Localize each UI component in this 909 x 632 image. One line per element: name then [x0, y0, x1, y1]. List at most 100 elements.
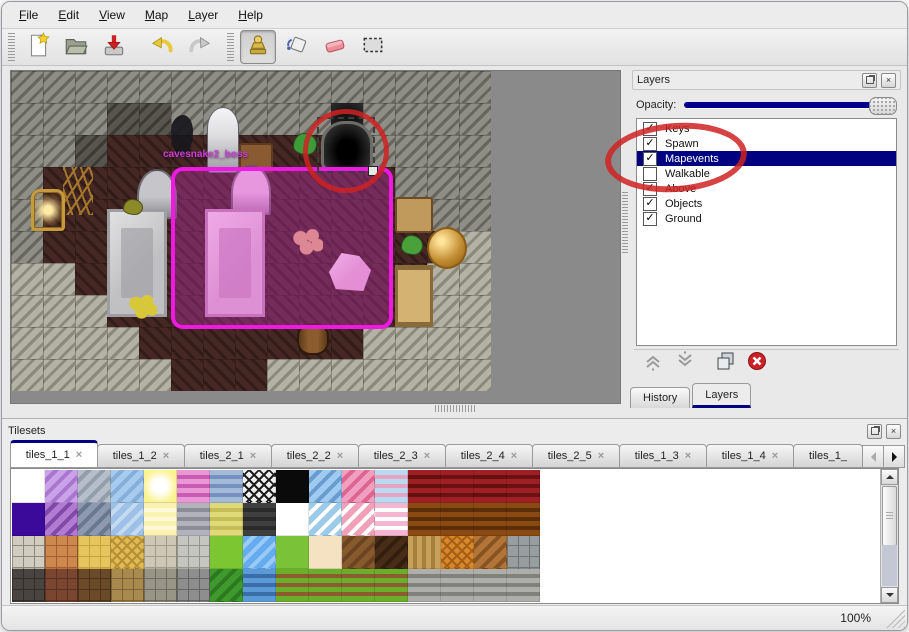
select-tool-button[interactable]	[356, 31, 390, 63]
palette-scrollbar[interactable]	[880, 469, 898, 603]
map-tile[interactable]	[363, 327, 395, 359]
layer-visibility-checkbox[interactable]: ✓	[643, 137, 657, 151]
palette-tile[interactable]	[342, 536, 375, 569]
map-tile[interactable]	[203, 71, 235, 103]
menu-item-view[interactable]: View	[90, 5, 134, 25]
palette-tile[interactable]	[210, 503, 243, 536]
palette-tile[interactable]	[441, 503, 474, 536]
palette-tile[interactable]	[375, 569, 408, 602]
palette-tile[interactable]	[144, 470, 177, 503]
map-view[interactable]: cavesnake2_boss	[10, 70, 621, 404]
new-file-button[interactable]	[21, 31, 55, 63]
tileset-tab-tiles_2_5[interactable]: tiles_2_5×	[532, 444, 620, 468]
map-tile[interactable]	[139, 103, 171, 135]
map-tile[interactable]	[43, 135, 75, 167]
palette-tile[interactable]	[474, 569, 507, 602]
map-tile[interactable]	[427, 167, 459, 199]
menu-item-help[interactable]: Help	[229, 5, 272, 25]
cursor-resize-handle[interactable]	[368, 166, 378, 176]
map-tile[interactable]	[395, 135, 427, 167]
map-tile[interactable]	[459, 199, 491, 231]
delete-layer-button[interactable]	[746, 352, 768, 374]
palette-tile[interactable]	[177, 569, 210, 602]
palette-tile[interactable]	[45, 536, 78, 569]
close-tab-icon[interactable]: ×	[772, 450, 778, 462]
palette-tile[interactable]	[144, 536, 177, 569]
map-tile[interactable]	[203, 359, 235, 391]
map-tile[interactable]	[459, 295, 491, 327]
menu-item-layer[interactable]: Layer	[179, 5, 227, 25]
map-tile[interactable]	[267, 103, 299, 135]
map-tile[interactable]	[139, 327, 171, 359]
redo-button[interactable]	[183, 31, 217, 63]
tileset-tab-tiles_2_3[interactable]: tiles_2_3×	[358, 444, 446, 468]
selection-rectangle[interactable]	[171, 167, 393, 329]
map-tile[interactable]	[235, 71, 267, 103]
palette-tile[interactable]	[78, 470, 111, 503]
map-tile[interactable]	[11, 263, 43, 295]
map-tile[interactable]	[267, 327, 299, 359]
map-tile[interactable]	[395, 359, 427, 391]
palette-tile[interactable]	[12, 569, 45, 602]
map-tile[interactable]	[459, 103, 491, 135]
map-tile[interactable]	[107, 327, 139, 359]
palette-tile[interactable]	[309, 503, 342, 536]
layer-row-objects[interactable]: ✓Objects	[637, 196, 896, 211]
map-tile[interactable]	[43, 231, 75, 263]
palette-tile[interactable]	[441, 470, 474, 503]
toolbar-drag-handle[interactable]	[8, 33, 15, 61]
tile-cursor[interactable]	[317, 117, 375, 173]
map-tile[interactable]	[363, 71, 395, 103]
palette-tile[interactable]	[12, 536, 45, 569]
dock-tab-layers[interactable]: Layers	[692, 383, 751, 408]
close-tab-icon[interactable]: ×	[424, 450, 430, 462]
layer-visibility-checkbox[interactable]: ✓	[643, 212, 657, 226]
palette-tile[interactable]	[507, 470, 540, 503]
toolbar-drag-handle[interactable]	[227, 33, 234, 61]
palette-tile[interactable]	[210, 470, 243, 503]
layer-visibility-checkbox[interactable]: ✓	[643, 122, 657, 136]
map-tile[interactable]	[363, 359, 395, 391]
eraser-tool-button[interactable]	[318, 31, 352, 63]
map-tile[interactable]	[11, 103, 43, 135]
layer-row-above[interactable]: ✓Above	[637, 181, 896, 196]
map-tile[interactable]	[427, 103, 459, 135]
float-panel-icon[interactable]	[862, 73, 877, 88]
map-tile[interactable]	[235, 359, 267, 391]
scroll-up-button[interactable]	[881, 469, 898, 485]
close-panel-icon[interactable]: ×	[886, 424, 901, 439]
palette-tile[interactable]	[342, 503, 375, 536]
vertical-splitter-handle[interactable]	[622, 192, 628, 254]
map-tile[interactable]	[267, 359, 299, 391]
map-tile[interactable]	[427, 327, 459, 359]
palette-tile[interactable]	[111, 503, 144, 536]
palette-tile[interactable]	[78, 503, 111, 536]
palette-tile[interactable]	[441, 536, 474, 569]
layer-visibility-checkbox[interactable]: ✓	[643, 152, 657, 166]
close-tab-icon[interactable]: ×	[511, 450, 517, 462]
palette-tile[interactable]	[276, 503, 309, 536]
close-panel-icon[interactable]: ×	[881, 73, 896, 88]
palette-tile[interactable]	[12, 503, 45, 536]
map-tile[interactable]	[395, 327, 427, 359]
palette-tile[interactable]	[210, 569, 243, 602]
map-tile[interactable]	[427, 71, 459, 103]
opacity-slider[interactable]	[684, 102, 897, 108]
map-tile[interactable]	[75, 103, 107, 135]
map-tile[interactable]	[171, 71, 203, 103]
palette-tile[interactable]	[507, 569, 540, 602]
map-tile[interactable]	[235, 103, 267, 135]
dock-tab-history[interactable]: History	[630, 387, 690, 408]
map-tile[interactable]	[171, 359, 203, 391]
palette-tile[interactable]	[45, 503, 78, 536]
palette-tile[interactable]	[309, 569, 342, 602]
layer-visibility-checkbox[interactable]	[643, 167, 657, 181]
map-tile[interactable]	[395, 103, 427, 135]
map-tile[interactable]	[43, 327, 75, 359]
map-tile[interactable]	[459, 263, 491, 295]
resize-grip[interactable]	[885, 608, 905, 628]
palette-tile[interactable]	[342, 569, 375, 602]
palette-tile[interactable]	[111, 536, 144, 569]
tabs-scroll-left-button[interactable]	[862, 445, 883, 468]
palette-tile[interactable]	[474, 503, 507, 536]
